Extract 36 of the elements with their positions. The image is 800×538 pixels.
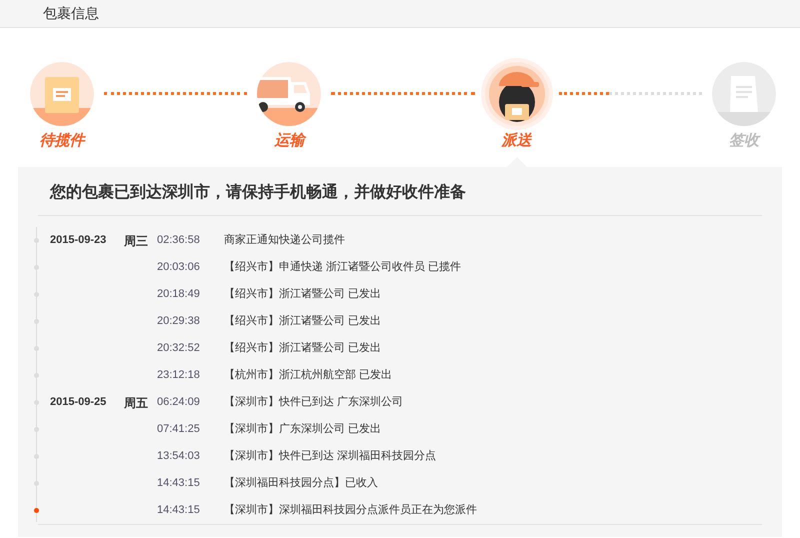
time-text: 13:54:03 xyxy=(157,449,201,464)
event-text: 【绍兴市】浙江诸暨公司 已发出 xyxy=(224,286,382,302)
step-label: 签收 xyxy=(728,131,759,151)
time-text: 23:12:18 xyxy=(157,368,201,384)
event-text: 【绍兴市】申通快递 浙江诸暨公司收件员 已揽件 xyxy=(224,260,462,276)
event-text: 商家正通知快递公司揽件 xyxy=(224,232,345,248)
time-text: 07:41:25 xyxy=(157,422,201,438)
event-text: 【深圳市】广东深圳公司 已发出 xyxy=(224,422,382,438)
date-text: 2015-09-23 xyxy=(49,233,108,248)
courier-icon xyxy=(484,62,549,126)
status-message: 您的包裹已到达深圳市，请保持手机畅通，并做好收件准备 xyxy=(50,184,466,201)
event-text: 【绍兴市】浙江诸暨公司 已发出 xyxy=(224,314,382,330)
parcel-icon xyxy=(30,62,94,126)
time-text: 20:18:49 xyxy=(157,287,201,302)
weekday-text: 周五 xyxy=(124,394,149,412)
document-icon xyxy=(712,62,776,126)
event-text: 【深圳市】快件已到达 深圳福田科技园分点 xyxy=(224,448,436,464)
time-text: 06:24:09 xyxy=(157,395,201,410)
step-label: 运输 xyxy=(274,131,304,151)
date-text: 2015-09-25 xyxy=(49,395,108,410)
time-text: 02:36:58 xyxy=(157,233,201,248)
step-label: 派送 xyxy=(502,131,532,151)
event-text: 【绍兴市】浙江诸暨公司 已发出 xyxy=(224,340,382,356)
time-text: 20:32:52 xyxy=(157,341,201,356)
section-title: 包裹信息 xyxy=(43,4,99,23)
truck-icon xyxy=(257,62,322,126)
time-text: 14:43:15 xyxy=(157,503,201,518)
event-text: 【杭州市】浙江杭州航空部 已发出 xyxy=(224,368,392,384)
event-text: 【深圳市】快件已到达 广东深圳公司 xyxy=(224,394,404,410)
step-label: 待揽件 xyxy=(40,131,84,151)
event-text: 【深圳福田科技园分点】已收入 xyxy=(224,476,378,492)
time-text: 20:29:38 xyxy=(157,314,201,330)
weekday-text: 周三 xyxy=(124,232,149,250)
event-text: 【深圳市】深圳福田科技园分点派件员正在为您派件 xyxy=(224,502,477,518)
time-text: 20:03:06 xyxy=(157,260,201,276)
time-text: 14:43:15 xyxy=(157,476,201,492)
